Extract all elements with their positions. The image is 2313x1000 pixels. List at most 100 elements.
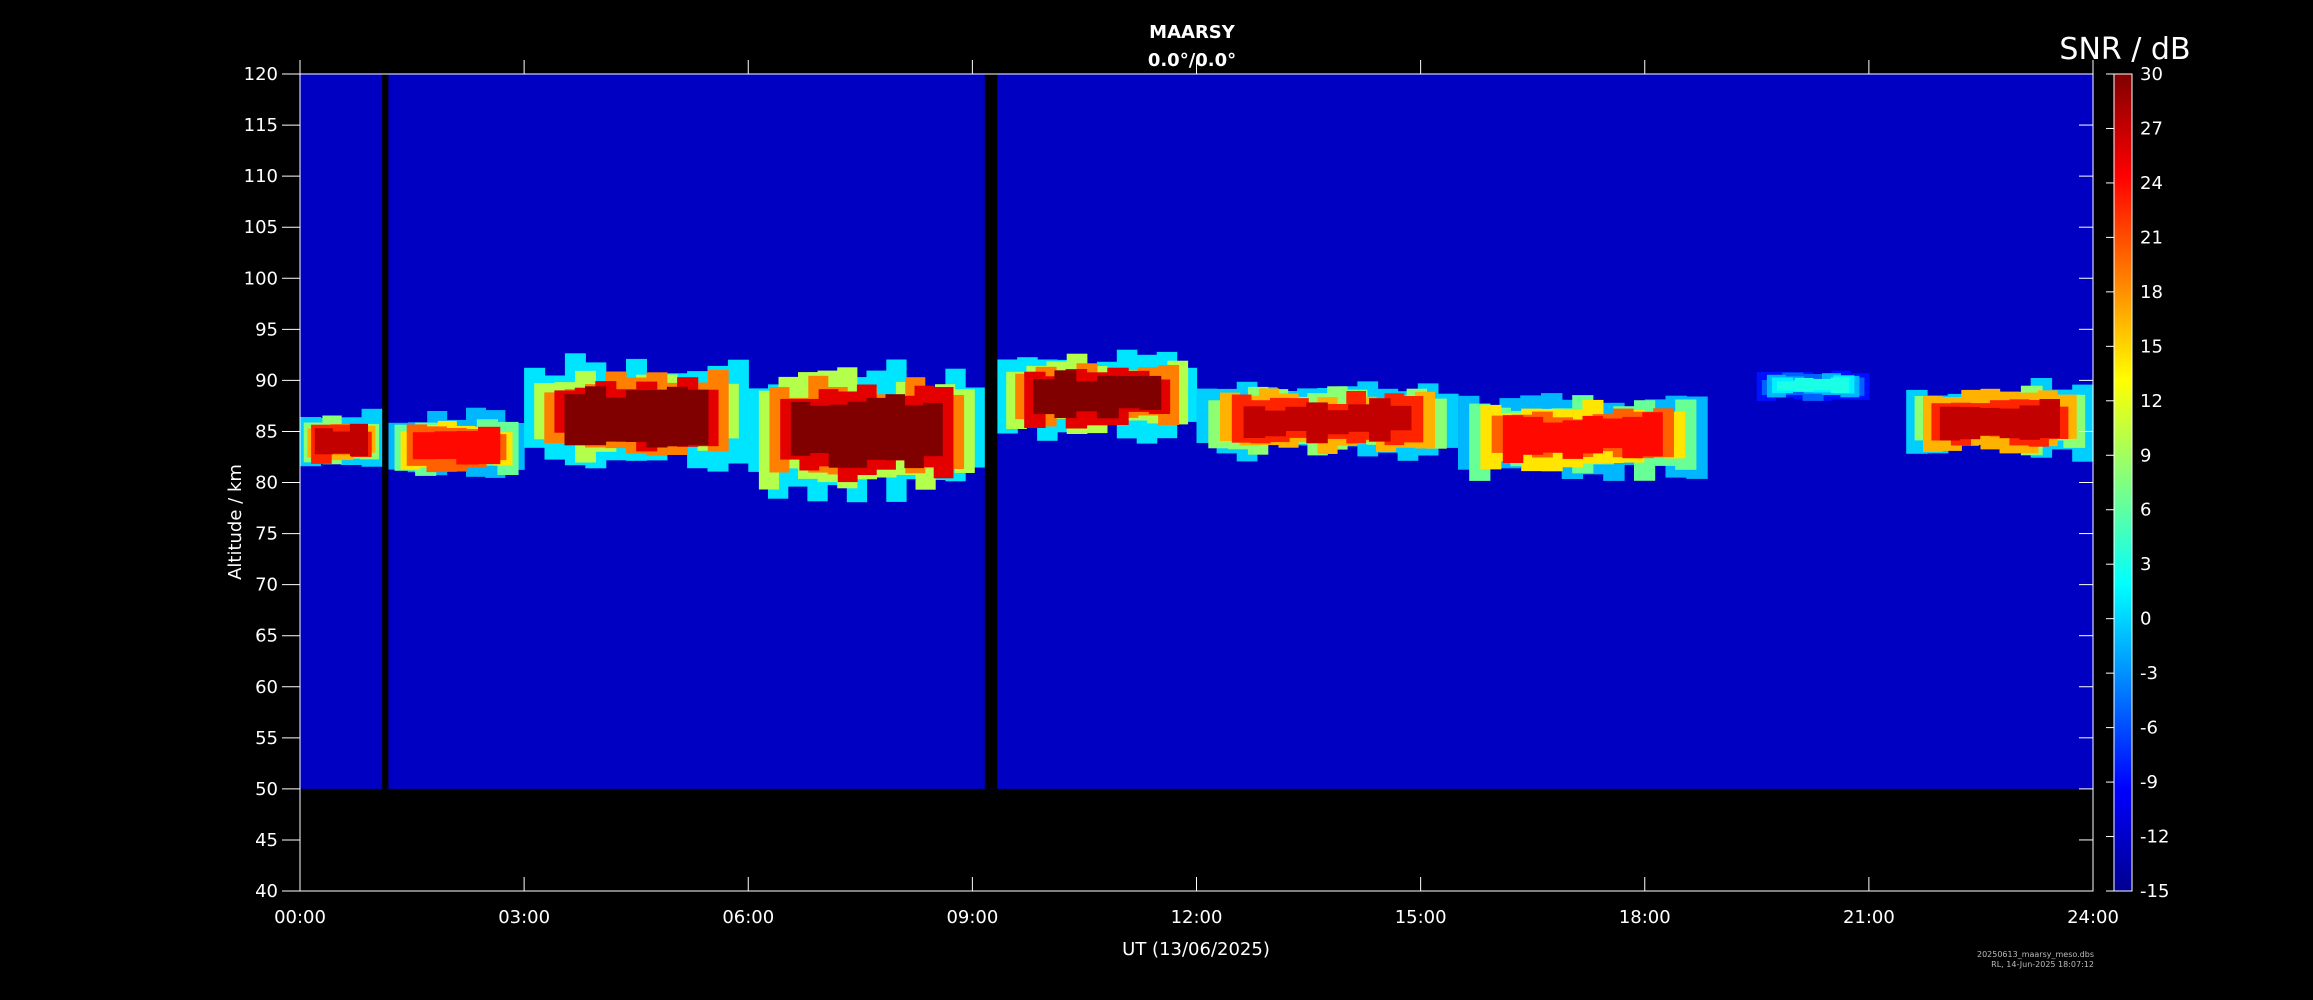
x-tick-label: 03:00 (498, 907, 550, 928)
y-tick-label: 80 (255, 473, 278, 494)
echo-cell (1622, 416, 1643, 459)
y-tick-label: 55 (255, 728, 278, 749)
colorbar-tick-label: 21 (2140, 227, 2163, 248)
x-tick-label: 09:00 (946, 907, 998, 928)
colorbar-tick-label: 27 (2140, 118, 2163, 139)
y-tick-label: 115 (244, 115, 278, 136)
colorbar-tick-label: 6 (2140, 500, 2151, 521)
echo-cell (1794, 378, 1814, 392)
echo-cell (1118, 376, 1140, 409)
echo-cell (866, 397, 886, 460)
echo-cell (666, 386, 688, 447)
echo-cell (349, 423, 368, 457)
echo-cell (1812, 378, 1832, 391)
echo-cell (847, 401, 868, 468)
x-tick-label: 18:00 (1619, 907, 1671, 928)
echo-cell (434, 431, 457, 459)
y-tick-label: 65 (255, 626, 278, 647)
colorbar-title: SNR / dB (2059, 32, 2190, 67)
echo-region (1196, 381, 1459, 462)
echo-cell (1348, 404, 1370, 432)
x-axis-label: UT (13/06/2025) (1122, 939, 1270, 960)
y-tick-label: 40 (255, 881, 278, 902)
echo-cell (1285, 406, 1307, 431)
y-tick-label: 105 (244, 217, 278, 238)
echo-cell (1096, 375, 1119, 419)
echo-cell (332, 431, 351, 454)
echo-cell (1502, 415, 1524, 463)
echo-cell (1562, 420, 1584, 459)
colorbar-tick-label: 12 (2140, 391, 2163, 412)
echo-cell (605, 397, 627, 442)
data-gap (382, 74, 389, 789)
echo-cell (1264, 410, 1286, 437)
echo-cell (478, 426, 501, 465)
x-tick-label: 06:00 (722, 907, 774, 928)
echo-cell (1522, 416, 1544, 455)
y-tick-label: 120 (244, 64, 278, 85)
echo-cell (2019, 405, 2040, 440)
y-tick-label: 85 (255, 421, 278, 442)
colorbar-tick-label: 9 (2140, 445, 2151, 466)
echo-cell (456, 431, 479, 465)
echo-region (300, 408, 383, 467)
heatmap-field (300, 74, 2094, 789)
echo-cell (904, 405, 924, 469)
x-tick-label: 21:00 (1843, 907, 1895, 928)
y-tick-label: 50 (255, 779, 278, 800)
echo-cell (1999, 408, 2021, 439)
colorbar-tick-label: -15 (2140, 881, 2169, 902)
echo-cell (1542, 422, 1564, 453)
echo-cell (1602, 418, 1623, 449)
colorbar-tick-label: -3 (2140, 663, 2158, 684)
echo-cell (1582, 415, 1603, 454)
echo-cell (1369, 398, 1391, 442)
x-tick-label: 00:00 (274, 907, 326, 928)
y-tick-label: 100 (244, 268, 278, 289)
echo-cell (1939, 406, 1961, 441)
chart-subtitle: 0.0°/0.0° (1148, 50, 1236, 71)
echo-cell (1054, 370, 1077, 419)
echo-cell (1075, 381, 1098, 412)
echo-cell (1959, 407, 1981, 440)
echo-cell (1306, 402, 1328, 444)
chart-title: MAARSY (1149, 22, 1236, 43)
colorbar-bar (2113, 73, 2133, 892)
echo-cell (885, 394, 905, 461)
echo-cell (1979, 407, 2001, 436)
colorbar-tick-label: 24 (2140, 173, 2163, 194)
echo-cell (2039, 399, 2060, 439)
y-tick-label: 110 (244, 166, 278, 187)
footer-filename: 20250613_maarsy_meso.dbs (1977, 950, 2094, 959)
echo-cell (1390, 405, 1412, 431)
colorbar-tick-label: -9 (2140, 772, 2158, 793)
echo-cell (314, 428, 333, 455)
echo-cell (687, 389, 709, 445)
echo-cell (809, 405, 830, 454)
colorbar-tick-label: -6 (2140, 718, 2158, 739)
echo-cell (1243, 406, 1266, 438)
echo-cell (625, 390, 647, 442)
echo-cell (564, 394, 586, 446)
colorbar-tick-label: 3 (2140, 554, 2151, 575)
echo-cell (923, 402, 943, 457)
echo-cell (412, 432, 436, 460)
y-tick-label: 95 (255, 319, 278, 340)
colorbar-tick-label: 15 (2140, 336, 2163, 357)
colorbar: -15 -12 -9 -6 -3 0 3 6 9 12 15 18 21 24 27 30 (2106, 64, 2169, 902)
colorbar-tick-label: 18 (2140, 282, 2163, 303)
echo-cell (585, 386, 607, 446)
snr-chart: 00:00 03:00 06:00 09:00 12:00 15:00 18:00 21:00… (225, 22, 2191, 969)
echo-cell (1777, 381, 1796, 391)
y-tick-label: 60 (255, 677, 278, 698)
colorbar-tick-label: -12 (2140, 827, 2169, 848)
y-tick-label: 90 (255, 370, 278, 391)
echo-cell (1139, 375, 1162, 410)
echo-region (1756, 370, 1870, 401)
y-tick-label: 75 (255, 524, 278, 545)
data-gap (984, 74, 998, 789)
echo-cell (1830, 377, 1850, 394)
echo-cell (646, 390, 668, 448)
x-tick-label: 24:00 (2067, 907, 2119, 928)
echo-cell (1642, 412, 1663, 457)
